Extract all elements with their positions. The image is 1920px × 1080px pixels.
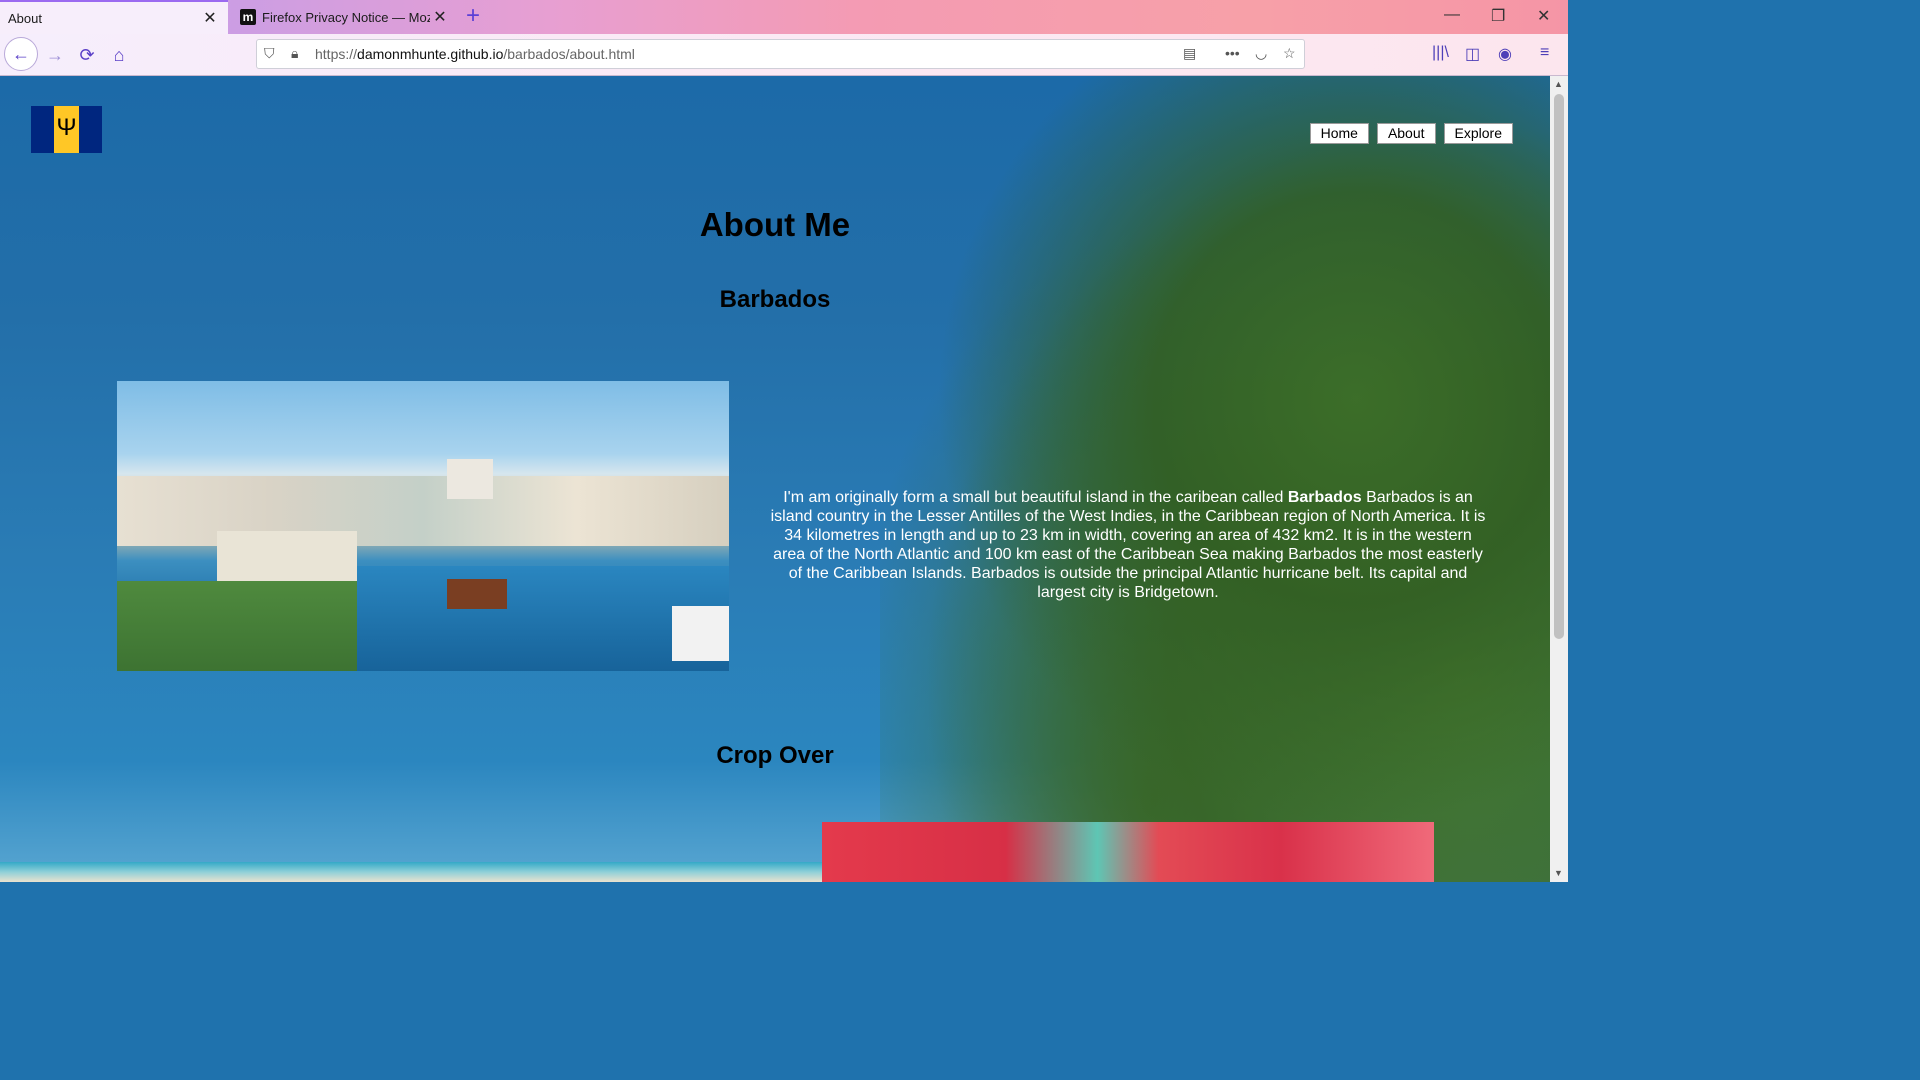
- trident-icon: Ψ: [56, 114, 77, 141]
- new-tab-button[interactable]: +: [466, 4, 480, 28]
- bridgetown-harbour-photo: [117, 381, 729, 671]
- page-title: About Me: [699, 206, 851, 243]
- nav-about-link[interactable]: About: [1376, 123, 1436, 144]
- restore-icon[interactable]: ❐: [1491, 6, 1505, 26]
- minimize-icon[interactable]: —: [1444, 6, 1460, 24]
- account-icon[interactable]: ◉: [1498, 44, 1512, 64]
- tab-bar: About ✕ m Firefox Privacy Notice — Mozil…: [0, 0, 1568, 34]
- tab-privacy-notice[interactable]: m Firefox Privacy Notice — Mozil ✕: [232, 0, 458, 34]
- bookmark-star-icon[interactable]: ☆: [1283, 45, 1296, 62]
- close-tab-icon[interactable]: ✕: [430, 7, 450, 27]
- page-viewport: Ψ Home About Explore About Me Barbados I…: [0, 76, 1550, 882]
- back-button[interactable]: ←: [4, 37, 38, 71]
- page-actions-icon[interactable]: •••: [1225, 45, 1240, 61]
- home-button[interactable]: ⌂: [104, 40, 134, 70]
- tab-about[interactable]: About ✕: [0, 0, 228, 34]
- crop-over-heading: Crop Over: [716, 742, 834, 769]
- reload-button[interactable]: ⟳: [72, 40, 102, 70]
- reader-view-icon[interactable]: ▤: [1183, 45, 1196, 62]
- scroll-up-icon[interactable]: ▲: [1554, 79, 1563, 89]
- forward-button[interactable]: →: [40, 40, 70, 70]
- forward-arrow-icon: →: [46, 44, 64, 65]
- home-icon: ⌂: [113, 44, 125, 65]
- mozilla-favicon-icon: m: [240, 9, 256, 25]
- lock-icon[interactable]: 🔒︎: [291, 45, 298, 62]
- vertical-scrollbar[interactable]: ▲ ▼: [1550, 76, 1568, 882]
- beach-background: [0, 862, 880, 882]
- reload-icon: ⟳: [79, 44, 95, 65]
- hamburger-menu-icon[interactable]: ≡: [1540, 44, 1549, 62]
- close-tab-icon[interactable]: ✕: [200, 8, 220, 28]
- scroll-down-icon[interactable]: ▼: [1554, 868, 1563, 878]
- sidebar-icon[interactable]: ◫: [1465, 44, 1480, 64]
- tab-title: Firefox Privacy Notice — Mozil: [262, 9, 430, 25]
- url-text: https://damonmhunte.github.io/barbados/a…: [315, 46, 635, 62]
- crop-over-costume-photo: [822, 822, 1434, 882]
- nav-home-link[interactable]: Home: [1309, 123, 1369, 144]
- back-arrow-icon: ←: [12, 43, 30, 64]
- window-close-icon[interactable]: ✕: [1537, 6, 1550, 26]
- pocket-icon[interactable]: ◡: [1255, 45, 1267, 62]
- site-nav: Home About Explore: [1309, 123, 1513, 144]
- barbados-heading: Barbados: [719, 286, 831, 313]
- address-bar[interactable]: ⛉ 🔒︎ https://damonmhunte.github.io/barba…: [256, 39, 1305, 69]
- tab-title: About: [8, 10, 42, 26]
- tracking-shield-icon[interactable]: ⛉: [264, 45, 275, 62]
- barbados-flag-logo[interactable]: Ψ: [31, 106, 102, 153]
- nav-explore-link[interactable]: Explore: [1443, 123, 1513, 144]
- navigation-toolbar: ← → ⟳ ⌂ ⛉ 🔒︎ https://damonmhunte.github.…: [0, 34, 1568, 76]
- library-icon[interactable]: |||\: [1432, 44, 1449, 62]
- barbados-description: I'm am originally form a small but beaut…: [770, 489, 1486, 601]
- scrollbar-thumb[interactable]: [1554, 94, 1564, 639]
